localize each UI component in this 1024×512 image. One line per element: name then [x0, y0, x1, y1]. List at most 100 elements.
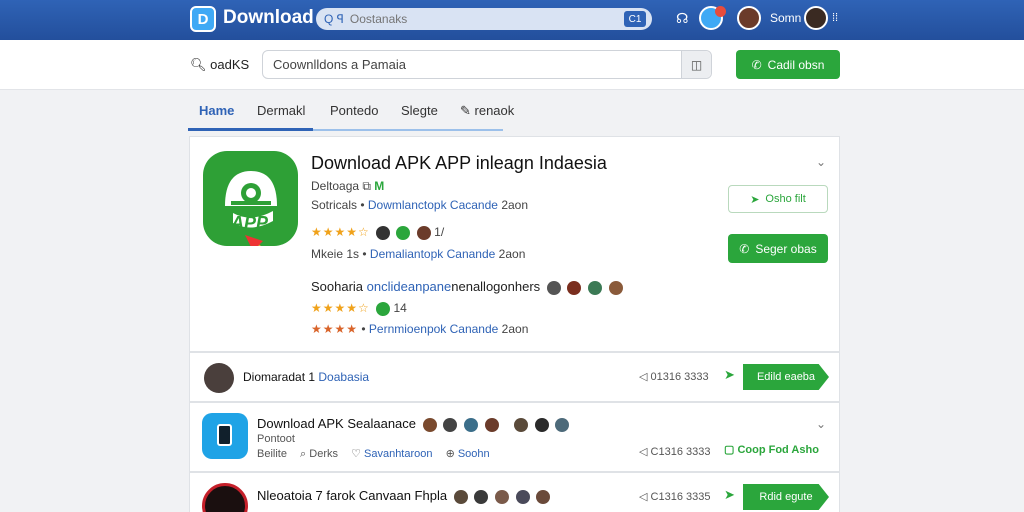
app-row-sub2: Beilite: [257, 448, 287, 460]
tag[interactable]: Soohn: [458, 448, 490, 460]
avatar: [534, 417, 549, 432]
avatar: [567, 280, 582, 295]
box-icon: ▢: [724, 444, 738, 456]
search-icon: 🔍︎: [190, 57, 211, 72]
chevron-down-icon[interactable]: ⌄: [816, 417, 826, 431]
tab-renaok-label: renaok: [474, 103, 515, 118]
top-search-input[interactable]: [349, 12, 600, 26]
outline-button-label: Osho filt: [765, 193, 806, 205]
outline-button[interactable]: ➤ Osho filt: [728, 185, 828, 213]
svg-text:APP: APP: [230, 213, 269, 233]
top-bar: D Download Q ꟼ C1 ☊ Somn ⁞⁞: [0, 0, 1024, 40]
get-app-link[interactable]: ▢ Coop Fod Asho: [724, 443, 819, 456]
search-box[interactable]: ◫: [262, 50, 712, 79]
tab-home[interactable]: Hame: [199, 103, 234, 118]
chat-icon[interactable]: ☊: [676, 10, 688, 27]
camera-icon[interactable]: ◫: [681, 51, 711, 78]
edit-icon: ✎: [460, 103, 475, 118]
avatar: [546, 280, 561, 295]
author-line: Diomaradat 1 Doabasia: [243, 370, 369, 384]
meta-line-3: Mkeie 1s • Demaliantopk Canande 2aon: [311, 247, 526, 261]
tab-pontedo[interactable]: Pontedo: [330, 103, 378, 118]
avatar[interactable]: [804, 6, 828, 30]
action-button[interactable]: ✆ Cadil obsn: [736, 50, 840, 79]
rating-count: 14: [393, 301, 407, 315]
list-item[interactable]: Download APK Sealaanace Pontoot Beilite …: [189, 402, 840, 472]
app-icon[interactable]: APP: [203, 151, 298, 271]
avatar: [443, 417, 458, 432]
desc-link[interactable]: onclideanpane: [367, 279, 452, 294]
app-logo-icon[interactable]: D: [190, 6, 216, 32]
app-row-title-text: Download APK Sealaanace: [257, 416, 417, 431]
download-button[interactable]: Edild eaeba: [743, 364, 829, 390]
developer-link[interactable]: Pernmioenpok Canande: [369, 322, 498, 336]
app-row-meta: Beilite ⌕ Derks ♡ Savanhtaroon ⊕ Soohn: [257, 447, 490, 461]
meta-tail: 2aon: [498, 247, 526, 261]
top-search-button[interactable]: C1: [624, 11, 646, 27]
search-label: 🔍︎ oadKS: [190, 57, 249, 73]
thumb-icon: ◁: [639, 371, 651, 383]
search-row: 🔍︎ oadKS ◫ ✆ Cadil obsn: [0, 40, 1024, 90]
avatar: [474, 489, 489, 504]
avatar: [494, 489, 509, 504]
avatar: [463, 417, 478, 432]
star-rating: ★★★★☆: [311, 225, 370, 239]
download-count: 01316 3333: [650, 371, 709, 383]
tab-bar: Hame Dermakl Pontedo Slegte ✎ renaok: [188, 100, 648, 132]
avatar: [376, 301, 391, 316]
desc-prefix: Sooharia: [311, 279, 364, 294]
author-link[interactable]: Doabasia: [318, 370, 369, 384]
primary-button[interactable]: ✆ Seger obas: [728, 234, 828, 263]
action-button-label: Cadil obsn: [767, 57, 825, 72]
get-app-label: Coop Fod Asho: [737, 444, 819, 456]
app-row-title: Nleoatoia 7 farok Canvaan Fhpla: [257, 488, 551, 504]
send-icon: ➤: [724, 367, 735, 382]
tab-dermakl[interactable]: Dermakl: [257, 103, 305, 118]
list-item[interactable]: Diomaradat 1 Doabasia ◁ 01316 3333 ➤ Edi…: [189, 352, 840, 402]
description-line: Sooharia onclideanpanenenallogonhers: [311, 279, 623, 295]
list-item[interactable]: Nleoatoia 7 farok Canvaan Fhpla ◁ C1316 …: [189, 472, 840, 512]
search-input[interactable]: [273, 57, 673, 72]
star-rating: ★★★★☆: [311, 301, 370, 315]
avatar: [416, 225, 431, 240]
search-icon: ⌕: [300, 448, 307, 460]
avatar[interactable]: [737, 6, 761, 30]
download-count: C1316 3335: [650, 491, 711, 503]
avatar: [422, 417, 437, 432]
author-name: Diomaradat 1: [243, 370, 316, 384]
app-row-title: Download APK Sealaanace: [257, 416, 570, 432]
avatar: [453, 489, 468, 504]
send-icon: ➤: [724, 487, 735, 502]
menu-icon[interactable]: ⁞⁞: [832, 12, 838, 24]
app-icon[interactable]: [202, 483, 248, 512]
avatar: [536, 489, 551, 504]
app-icon[interactable]: [202, 413, 248, 459]
avatar: [515, 489, 530, 504]
rating-line-2: ★★★★☆ 14: [311, 301, 407, 316]
developer-link[interactable]: Dowmlanctopk Cacande: [368, 198, 498, 212]
download-button[interactable]: Rdid egute: [743, 484, 829, 510]
top-search[interactable]: Q ꟼ C1: [316, 8, 652, 30]
chat-icon: ✆: [739, 241, 750, 256]
chevron-down-icon[interactable]: ⌄: [816, 155, 826, 169]
app-row-sub1: Pontoot: [257, 433, 295, 445]
username[interactable]: Somn: [770, 11, 801, 25]
thumb-icon: ◁: [639, 491, 651, 503]
app-row-title-text: Nleoatoia 7 farok Canvaan Fhpla: [257, 488, 448, 503]
developer-link[interactable]: Demaliantopk Canande: [370, 247, 495, 261]
tag[interactable]: Derks: [309, 448, 338, 460]
tab-active-indicator: [188, 128, 313, 131]
brand-title[interactable]: Download: [223, 7, 314, 29]
avatar: [376, 225, 391, 240]
rating-tail: 1/: [434, 225, 445, 239]
rating-line: ★★★★☆ 1/: [311, 225, 444, 240]
meta-tail: 2aon: [501, 322, 529, 336]
meta-tail: 2aon: [501, 198, 529, 212]
meta-line-2: Sotricals • Dowmlanctopk Cacande 2aon: [311, 198, 529, 212]
app-detail-card: APP Download APK APP inleagn Indaesia ⌄ …: [189, 136, 840, 352]
tag[interactable]: Savanhtaroon: [364, 448, 433, 460]
tab-renaok[interactable]: ✎ renaok: [460, 103, 514, 119]
tab-slegte[interactable]: Slegte: [401, 103, 438, 118]
thumb-icon: ◁: [639, 446, 651, 458]
avatar: [396, 225, 411, 240]
